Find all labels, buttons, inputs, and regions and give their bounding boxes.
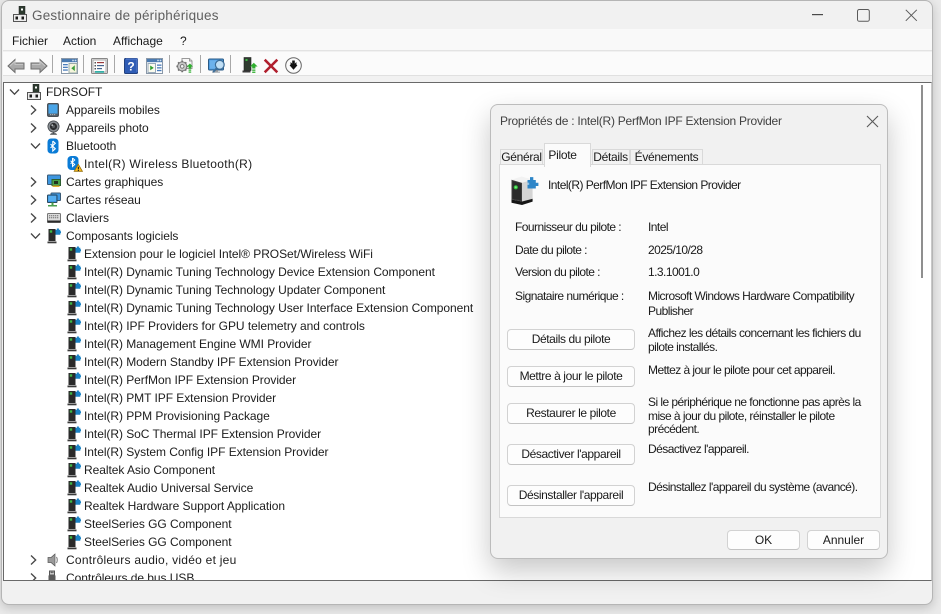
- svg-text:?: ?: [127, 60, 134, 74]
